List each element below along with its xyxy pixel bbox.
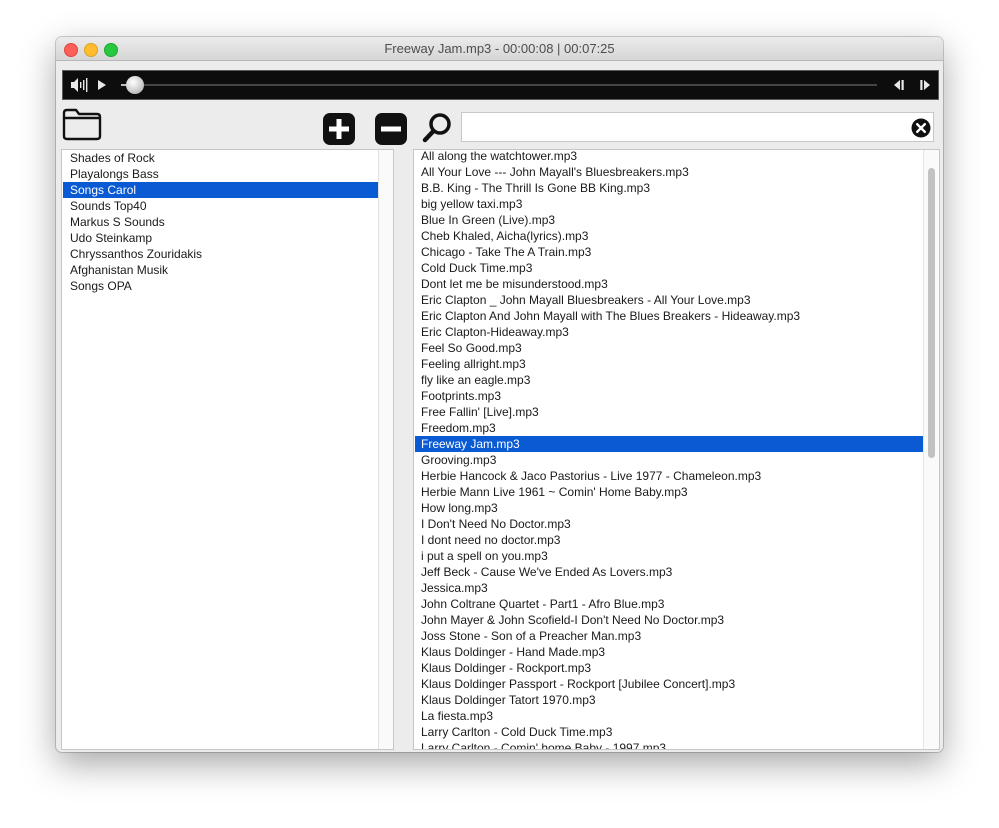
- playlist-item[interactable]: Afghanistan Musik: [63, 262, 389, 278]
- song-item[interactable]: Klaus Doldinger Passport - Rockport [Jub…: [415, 676, 923, 692]
- playlist-item[interactable]: Sounds Top40: [63, 198, 389, 214]
- song-item[interactable]: Larry Carlton - Cold Duck Time.mp3: [415, 724, 923, 740]
- song-item[interactable]: i put a spell on you.mp3: [415, 548, 923, 564]
- song-item[interactable]: John Mayer & John Scofield-I Don't Need …: [415, 612, 923, 628]
- folder-icon[interactable]: [62, 107, 102, 141]
- song-item[interactable]: Herbie Hancock & Jaco Pastorius - Live 1…: [415, 468, 923, 484]
- song-item[interactable]: Dont let me be misunderstood.mp3: [415, 276, 923, 292]
- song-item[interactable]: Grooving.mp3: [415, 452, 923, 468]
- playlist-list: Shades of Rock Playalongs Bass Songs Carol…: [62, 150, 391, 294]
- song-item[interactable]: B.B. King - The Thrill Is Gone BB King.m…: [415, 180, 923, 196]
- song-item[interactable]: Eric Clapton-Hideaway.mp3: [415, 324, 923, 340]
- window-title: Freeway Jam.mp3 - 00:00:08 | 00:07:25: [384, 41, 615, 56]
- playlist-item[interactable]: Shades of Rock: [63, 150, 389, 166]
- song-panel: All along the watchtower.mp3 All Your Lov…: [413, 149, 940, 750]
- playlist-item[interactable]: Songs Carol: [63, 182, 389, 198]
- song-item[interactable]: All along the watchtower.mp3: [415, 150, 923, 164]
- play-icon[interactable]: [97, 71, 107, 99]
- song-item[interactable]: Cheb Khaled, Aicha(lyrics).mp3: [415, 228, 923, 244]
- song-item[interactable]: All Your Love --- John Mayall's Bluesbre…: [415, 164, 923, 180]
- playlist-item[interactable]: Songs OPA: [63, 278, 389, 294]
- previous-icon[interactable]: [891, 71, 905, 99]
- song-item[interactable]: fly like an eagle.mp3: [415, 372, 923, 388]
- song-item[interactable]: Klaus Doldinger - Rockport.mp3: [415, 660, 923, 676]
- plus-icon: [323, 113, 355, 145]
- song-item[interactable]: Larry Carlton - Comin' home Baby - 1997.…: [415, 740, 923, 749]
- playlist-panel: Shades of Rock Playalongs Bass Songs Carol…: [61, 149, 394, 750]
- search-input[interactable]: [461, 112, 934, 142]
- song-item[interactable]: La fiesta.mp3: [415, 708, 923, 724]
- speaker-volume-icon[interactable]: [70, 71, 88, 99]
- song-item[interactable]: Herbie Mann Live 1961 ~ Comin' Home Baby…: [415, 484, 923, 500]
- song-item[interactable]: Jessica.mp3: [415, 580, 923, 596]
- song-item[interactable]: Cold Duck Time.mp3: [415, 260, 923, 276]
- song-item[interactable]: Chicago - Take The A Train.mp3: [415, 244, 923, 260]
- song-item[interactable]: I Don't Need No Doctor.mp3: [415, 516, 923, 532]
- search-icon[interactable]: [422, 112, 452, 144]
- song-item[interactable]: Klaus Doldinger Tatort 1970.mp3: [415, 692, 923, 708]
- song-item[interactable]: Free Fallin' [Live].mp3: [415, 404, 923, 420]
- progress-track[interactable]: [121, 76, 877, 94]
- song-item[interactable]: Footprints.mp3: [415, 388, 923, 404]
- song-item[interactable]: Joss Stone - Son of a Preacher Man.mp3: [415, 628, 923, 644]
- song-list: All along the watchtower.mp3 All Your Lov…: [414, 150, 923, 749]
- song-item[interactable]: I dont need no doctor.mp3: [415, 532, 923, 548]
- clear-circle-icon[interactable]: [911, 118, 931, 138]
- song-item[interactable]: Blue In Green (Live).mp3: [415, 212, 923, 228]
- song-item[interactable]: big yellow taxi.mp3: [415, 196, 923, 212]
- minus-icon: [375, 113, 407, 145]
- song-item[interactable]: How long.mp3: [415, 500, 923, 516]
- playlist-item[interactable]: Udo Steinkamp: [63, 230, 389, 246]
- progress-knob[interactable]: [125, 76, 144, 94]
- song-item[interactable]: John Coltrane Quartet - Part1 - Afro Blu…: [415, 596, 923, 612]
- title-bar: Freeway Jam.mp3 - 00:00:08 | 00:07:25: [56, 37, 943, 61]
- song-item[interactable]: Klaus Doldinger - Hand Made.mp3: [415, 644, 923, 660]
- song-item[interactable]: Feel So Good.mp3: [415, 340, 923, 356]
- playlist-item[interactable]: Chryssanthos Zouridakis: [63, 246, 389, 262]
- song-scrollbar[interactable]: [923, 150, 939, 749]
- remove-playlist-button[interactable]: [374, 112, 408, 146]
- player-bar: [62, 70, 939, 100]
- add-playlist-button[interactable]: [322, 112, 356, 146]
- app-window: Freeway Jam.mp3 - 00:00:08 | 00:07:25 Sh…: [56, 37, 943, 752]
- song-item[interactable]: Eric Clapton _ John Mayall Bluesbreakers…: [415, 292, 923, 308]
- next-icon[interactable]: [919, 71, 933, 99]
- song-scrollbar-thumb[interactable]: [928, 168, 935, 458]
- playlist-item[interactable]: Playalongs Bass: [63, 166, 389, 182]
- playlist-scrollbar[interactable]: [378, 150, 393, 749]
- song-item[interactable]: Jeff Beck - Cause We've Ended As Lovers.…: [415, 564, 923, 580]
- song-item[interactable]: Feeling allright.mp3: [415, 356, 923, 372]
- playlist-item[interactable]: Markus S Sounds: [63, 214, 389, 230]
- song-item[interactable]: Eric Clapton And John Mayall with The Bl…: [415, 308, 923, 324]
- song-item[interactable]: Freedom.mp3: [415, 420, 923, 436]
- song-item[interactable]: Freeway Jam.mp3: [415, 436, 923, 452]
